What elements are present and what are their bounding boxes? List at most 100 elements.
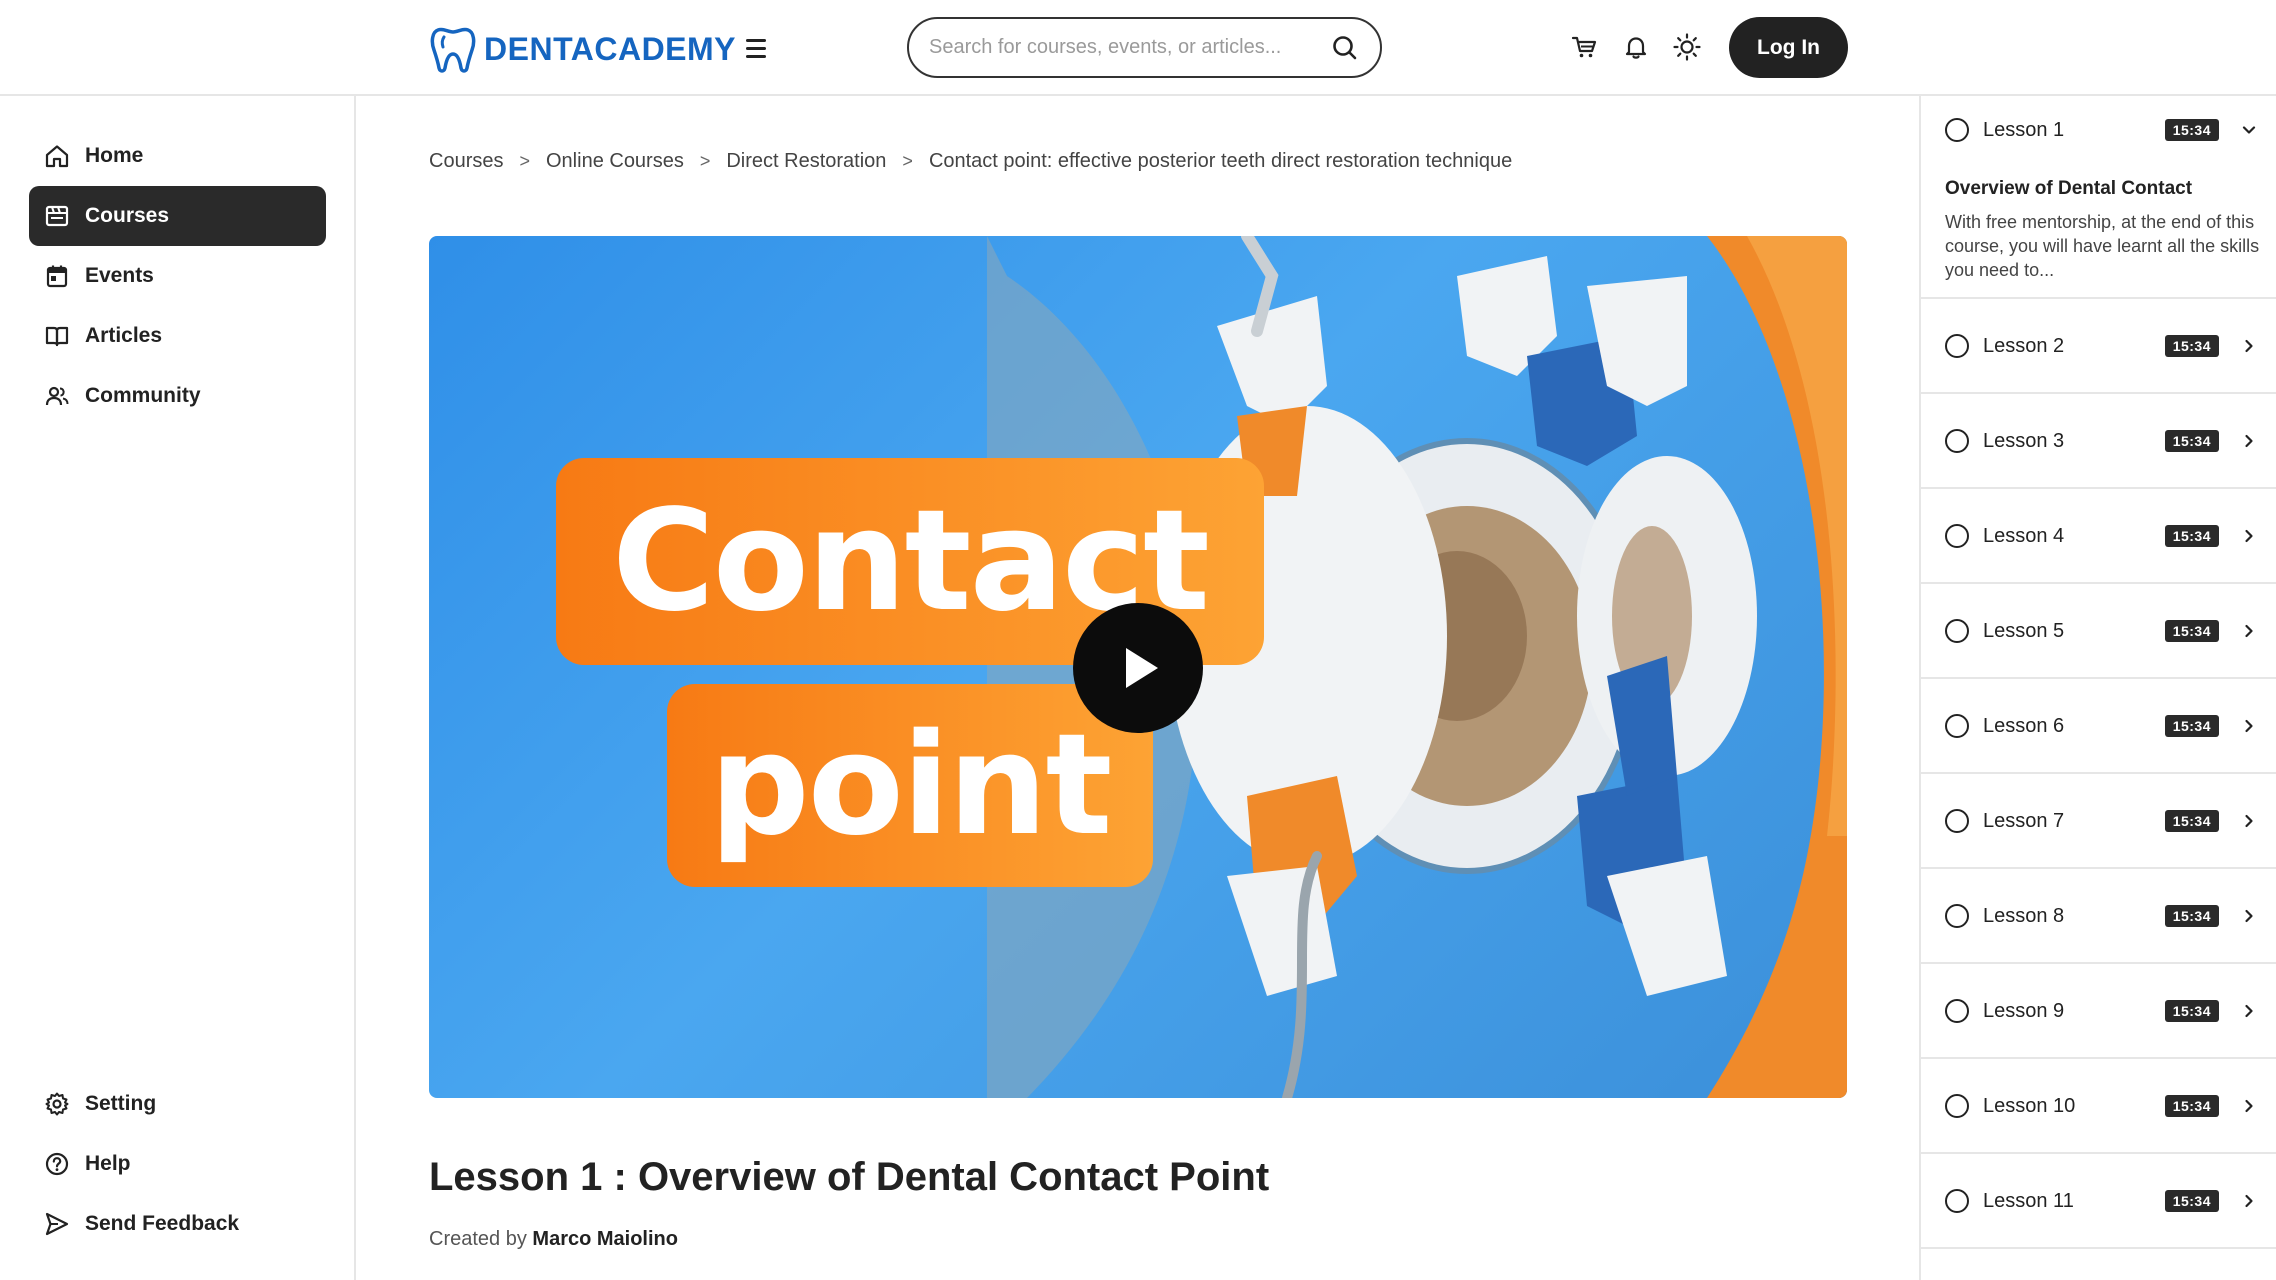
lesson-list-panel: Lesson 1 15:34 Overview of Dental Contac… <box>1919 96 2276 1280</box>
lesson-name: Lesson 9 <box>1983 999 2065 1022</box>
chevron-right-icon[interactable] <box>2237 524 2261 548</box>
lesson-status-circle-icon <box>1945 524 1969 548</box>
lesson-name: Lesson 10 <box>1983 1094 2076 1117</box>
chevron-right-icon[interactable] <box>2237 809 2261 833</box>
lesson-item[interactable]: Lesson 3 15:34 <box>1921 394 2276 489</box>
chevron-right-icon[interactable] <box>2237 334 2261 358</box>
lesson-duration: 15:34 <box>2164 715 2219 737</box>
play-icon <box>1126 648 1158 688</box>
lesson-name: Lesson 3 <box>1983 429 2065 452</box>
breadcrumb-direct-restoration[interactable]: Direct Restoration <box>726 150 886 173</box>
lesson-item[interactable]: Lesson 7 15:34 <box>1921 774 2276 869</box>
breadcrumb-current-course: Contact point: effective posterior teeth… <box>928 150 1513 172</box>
search-icon[interactable] <box>1330 33 1360 63</box>
breadcrumb: Courses > Online Courses > Direct Restor… <box>429 150 1512 173</box>
breadcrumb-online-courses[interactable]: Online Courses <box>546 150 684 173</box>
lesson-name: Lesson 5 <box>1983 619 2065 642</box>
breadcrumb-separator: > <box>902 151 913 171</box>
lesson-detail: Overview of Dental Contact With free men… <box>1945 178 2263 282</box>
tooth-logo-icon <box>430 27 476 73</box>
video-player[interactable]: Contact point <box>429 236 1847 1098</box>
menu-icon[interactable] <box>742 33 770 63</box>
lesson-duration: 15:34 <box>2164 119 2219 141</box>
sun-icon[interactable] <box>1670 30 1704 64</box>
lesson-status-circle-icon <box>1945 904 1969 928</box>
lesson-duration: 15:34 <box>2164 905 2219 927</box>
chevron-right-icon[interactable] <box>2237 429 2261 453</box>
lesson-item[interactable]: Lesson 9 15:34 <box>1921 964 2276 1059</box>
sidebar-item-help[interactable]: Help <box>29 1134 326 1194</box>
sidebar-item-label: Home <box>85 144 144 167</box>
lesson-item[interactable]: Lesson 2 15:34 <box>1921 299 2276 394</box>
lesson-status-circle-icon <box>1945 999 1969 1023</box>
users-icon <box>43 382 71 410</box>
courses-icon <box>43 202 71 230</box>
lesson-status-circle-icon <box>1945 1094 1969 1118</box>
lesson-name: Lesson 7 <box>1983 809 2065 832</box>
sidebar-item-courses[interactable]: Courses <box>29 186 326 246</box>
chevron-right-icon[interactable] <box>2237 999 2261 1023</box>
chevron-right-icon[interactable] <box>2237 714 2261 738</box>
author-name[interactable]: Marco Maiolino <box>532 1228 678 1250</box>
play-button[interactable] <box>1073 603 1203 733</box>
lesson-duration: 15:34 <box>2164 1095 2219 1117</box>
sidebar-item-label: Courses <box>85 204 170 227</box>
chevron-right-icon[interactable] <box>2237 904 2261 928</box>
chevron-right-icon[interactable] <box>2237 1189 2261 1213</box>
lesson-duration: 15:34 <box>2164 430 2219 452</box>
sidebar-item-events[interactable]: Events <box>29 246 326 306</box>
chevron-right-icon[interactable] <box>2237 1094 2261 1118</box>
search-input[interactable] <box>929 36 1330 59</box>
send-icon <box>43 1210 71 1238</box>
sidebar-item-label: Events <box>85 264 154 287</box>
brand-name: DENTACADEMY <box>484 30 737 67</box>
sidebar-item-label: Help <box>85 1152 131 1175</box>
lesson-duration: 15:34 <box>2164 1000 2219 1022</box>
lesson-duration: 15:34 <box>2164 620 2219 642</box>
lesson-name: Lesson 1 <box>1983 118 2065 141</box>
chevron-down-icon[interactable] <box>2237 118 2261 142</box>
cart-icon[interactable] <box>1567 30 1601 64</box>
created-by: Created by Marco Maiolino <box>429 1228 678 1251</box>
lesson-item[interactable]: Lesson 4 15:34 <box>1921 489 2276 584</box>
login-button[interactable]: Log In <box>1729 17 1848 78</box>
lesson-status-circle-icon <box>1945 334 1969 358</box>
sidebar-item-setting[interactable]: Setting <box>29 1074 326 1134</box>
bell-icon[interactable] <box>1619 30 1653 64</box>
lesson-item-expanded[interactable]: Lesson 1 15:34 Overview of Dental Contac… <box>1921 96 2276 299</box>
video-title-line-2: point <box>667 684 1153 887</box>
lesson-name: Lesson 8 <box>1983 904 2065 927</box>
sidebar-item-home[interactable]: Home <box>29 126 326 186</box>
lesson-detail-description: With free mentorship, at the end of this… <box>1945 212 2260 280</box>
lesson-status-circle-icon <box>1945 429 1969 453</box>
sidebar-item-community[interactable]: Community <box>29 366 326 426</box>
lesson-duration: 15:34 <box>2164 335 2219 357</box>
breadcrumb-separator: > <box>699 151 711 171</box>
chevron-right-icon[interactable] <box>2237 619 2261 643</box>
lesson-item[interactable]: Lesson 8 15:34 <box>1921 869 2276 964</box>
sidebar: Home Courses Events Articles Community S… <box>0 96 356 1280</box>
calendar-icon <box>43 262 71 290</box>
lesson-name: Lesson 11 <box>1983 1189 2074 1212</box>
sidebar-item-label: Articles <box>85 324 163 347</box>
breadcrumb-separator: > <box>519 151 530 171</box>
search-bar <box>907 17 1382 78</box>
top-header: DENTACADEMY Search for courses, events, … <box>0 0 2276 96</box>
lesson-status-circle-icon <box>1945 118 1969 142</box>
gear-icon <box>43 1090 71 1118</box>
lesson-status-circle-icon <box>1945 1189 1969 1213</box>
lesson-duration: 15:34 <box>2164 810 2219 832</box>
lesson-item[interactable]: Lesson 5 15:34 <box>1921 584 2276 679</box>
lesson-name: Lesson 6 <box>1983 714 2065 737</box>
lesson-detail-title: Overview of Dental Contact <box>1945 178 2193 199</box>
brand-logo[interactable]: DENTACADEMY <box>430 24 736 74</box>
lesson-item[interactable]: Lesson 10 15:34 <box>1921 1059 2276 1154</box>
lesson-duration: 15:34 <box>2164 525 2219 547</box>
lesson-item[interactable]: Lesson 6 15:34 <box>1921 679 2276 774</box>
lesson-title: Lesson 1 : Overview of Dental Contact Po… <box>429 1155 1270 1199</box>
lesson-item[interactable]: Lesson 11 15:34 <box>1921 1154 2276 1249</box>
breadcrumb-courses[interactable]: Courses <box>429 150 503 173</box>
sidebar-item-articles[interactable]: Articles <box>29 306 326 366</box>
sidebar-item-send-feedback[interactable]: Send Feedback <box>29 1194 326 1254</box>
lesson-status-circle-icon <box>1945 619 1969 643</box>
